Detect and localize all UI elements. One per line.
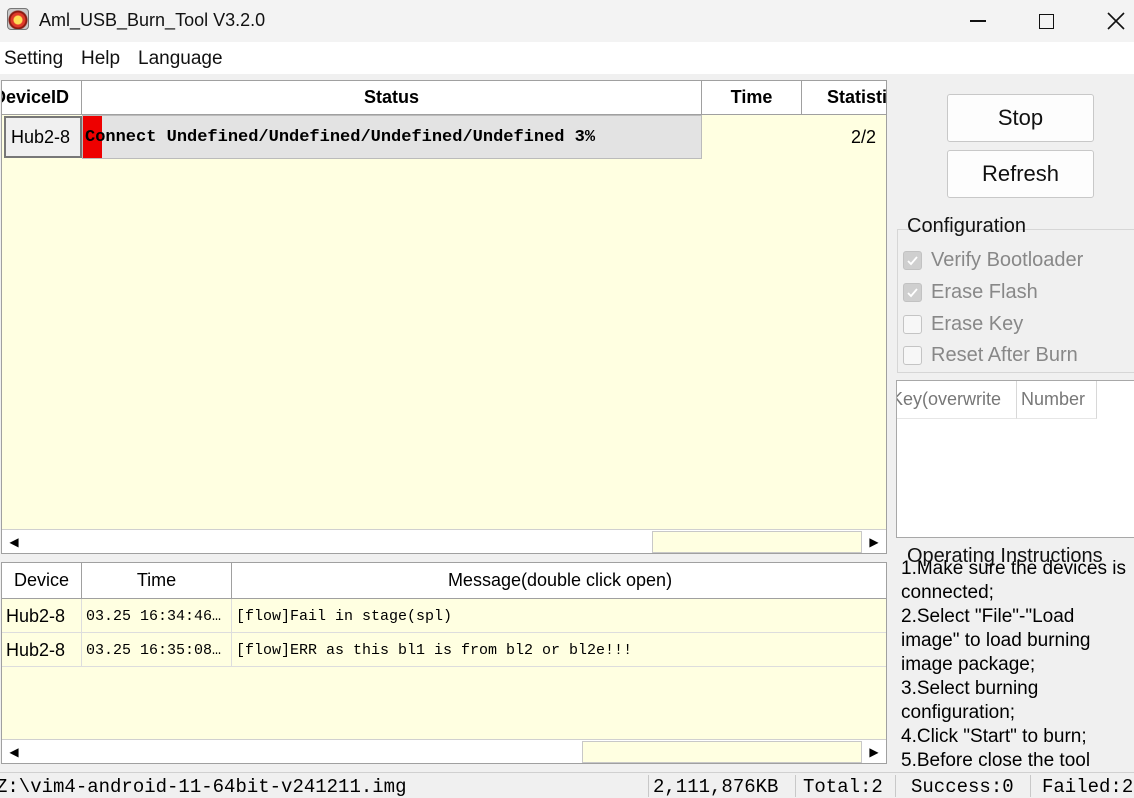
column-header-status[interactable]: Status	[82, 81, 702, 115]
checkbox-checked-icon[interactable]	[903, 282, 922, 302]
window-title: Aml_USB_Burn_Tool V3.2.0	[39, 10, 266, 30]
menu-bar: Setting Help Language	[0, 42, 1134, 74]
column-header-time[interactable]: Time	[702, 81, 802, 115]
scroll-left-icon[interactable]: ◀	[2, 740, 26, 763]
scrollbar-track[interactable]	[582, 741, 862, 763]
configuration-title: Configuration	[907, 215, 1026, 237]
log-message-cell[interactable]: [flow]Fail in stage(spl)	[232, 599, 886, 633]
scroll-right-icon[interactable]: ▶	[862, 530, 886, 553]
time-cell	[702, 115, 802, 159]
checkbox-label: Erase Flash	[931, 280, 1038, 303]
checkbox-label: Reset After Burn	[931, 343, 1078, 366]
status-bar: Z:\vim4-android-11-64bit-v241211.img 2,1…	[0, 772, 1134, 798]
device-table-hscrollbar[interactable]: ◀ ▶	[2, 529, 886, 553]
status-cell: Connect Undefined/Undefined/Undefined/Un…	[82, 115, 702, 159]
log-time-cell: 03.25 16:35:08…	[82, 633, 232, 667]
log-device-cell: Hub2-8	[2, 599, 82, 633]
amlogic-app-icon	[7, 8, 29, 30]
erase-flash-checkbox[interactable]: Erase Flash	[903, 280, 1038, 304]
scroll-right-icon[interactable]: ▶	[862, 740, 886, 763]
menu-setting[interactable]: Setting	[4, 48, 63, 70]
image-size: 2,111,876KB	[653, 776, 779, 798]
erase-key-checkbox[interactable]: Erase Key	[903, 312, 1023, 336]
total-count: Total:2	[803, 776, 883, 798]
log-device-cell: Hub2-8	[2, 633, 82, 667]
verify-bootloader-checkbox[interactable]: Verify Bootloader	[903, 248, 1083, 272]
statistics-cell: 2/2	[850, 126, 876, 147]
instructions-panel: 1.Make sure the devices is connected; 2.…	[898, 557, 1134, 766]
device-id-cell[interactable]: Hub2-8	[4, 116, 82, 158]
table-row[interactable]: Hub2-8 Connect Undefined/Undefined/Undef…	[2, 115, 886, 159]
column-header-key[interactable]: Key(overwrite	[897, 381, 1017, 419]
instructions-text: 1.Make sure the devices is connected; 2.…	[901, 558, 1126, 766]
success-count: Success:0	[911, 776, 1014, 798]
reset-after-burn-checkbox[interactable]: Reset After Burn	[903, 343, 1078, 367]
checkbox-checked-icon[interactable]	[903, 250, 922, 270]
column-header-device-id[interactable]: DeviceID	[2, 81, 82, 115]
checkbox-label: Erase Key	[931, 312, 1024, 335]
stop-button[interactable]: Stop	[947, 94, 1094, 142]
log-row[interactable]: Hub2-8 03.25 16:34:46… [flow]Fail in sta…	[2, 599, 886, 633]
refresh-button[interactable]: Refresh	[947, 150, 1094, 198]
menu-help[interactable]: Help	[81, 48, 120, 70]
log-time-cell: 03.25 16:34:46…	[82, 599, 232, 633]
close-icon[interactable]	[1093, 0, 1134, 42]
log-table: Device Time Message(double click open) H…	[1, 562, 887, 764]
column-header-number[interactable]: Number	[1017, 381, 1097, 419]
key-list[interactable]: Key(overwrite Number	[896, 380, 1134, 538]
column-header-message[interactable]: Message(double click open)	[232, 563, 886, 599]
maximize-icon[interactable]	[1023, 0, 1069, 42]
failed-count: Failed:2	[1042, 776, 1134, 798]
checkbox-unchecked-icon[interactable]	[903, 345, 922, 365]
log-message-cell[interactable]: [flow]ERR as this bl1 is from bl2 or bl2…	[232, 633, 886, 667]
instructions-title: Operating Instructions	[907, 545, 1103, 567]
minimize-icon[interactable]	[955, 0, 1001, 42]
device-table: DeviceID Status Time Statistics Hub2-8 C…	[1, 80, 887, 554]
menu-language[interactable]: Language	[138, 48, 223, 70]
column-header-statistics[interactable]: Statistics	[802, 81, 886, 115]
checkbox-unchecked-icon[interactable]	[903, 314, 922, 334]
image-path: Z:\vim4-android-11-64bit-v241211.img	[0, 776, 407, 798]
log-table-hscrollbar[interactable]: ◀ ▶	[2, 739, 886, 763]
scrollbar-track[interactable]	[652, 531, 862, 553]
log-row[interactable]: Hub2-8 03.25 16:35:08… [flow]ERR as this…	[2, 633, 886, 667]
column-header-log-time[interactable]: Time	[82, 563, 232, 599]
column-header-device[interactable]: Device	[2, 563, 82, 599]
checkbox-label: Verify Bootloader	[931, 248, 1084, 271]
title-bar: Aml_USB_Burn_Tool V3.2.0	[0, 0, 1134, 42]
scroll-left-icon[interactable]: ◀	[2, 530, 26, 553]
status-text: Connect Undefined/Undefined/Undefined/Un…	[85, 127, 596, 147]
